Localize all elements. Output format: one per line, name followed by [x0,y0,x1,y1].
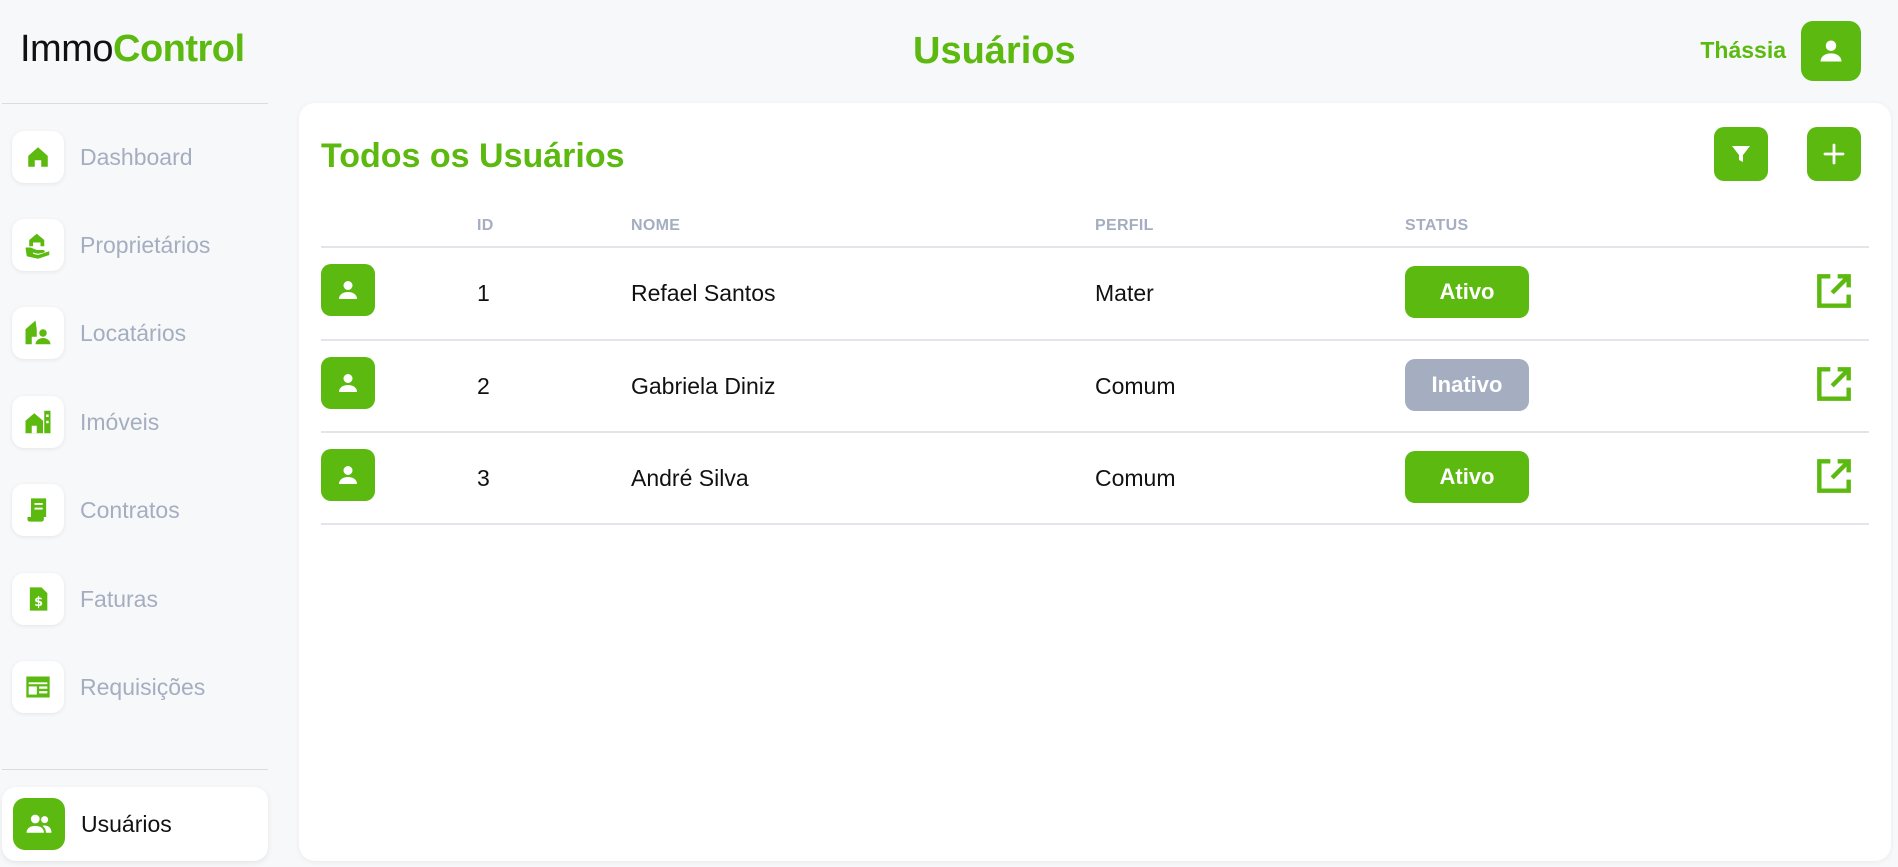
add-user-button[interactable] [1807,127,1861,181]
logo-text-part1: Immo [20,28,114,70]
column-header-status[interactable]: STATUS [1405,217,1468,235]
table-row: 3 André Silva Comum Ativo [299,433,1891,525]
tenant-house-person-icon [25,320,51,345]
panel-title: Todos os Usuários [321,137,625,175]
cell-profile: Comum [1095,465,1176,491]
column-header-id[interactable]: ID [477,217,494,235]
sidebar-item-imoveis[interactable]: Imóveis [12,396,266,448]
cell-id: 3 [477,465,490,491]
status-badge: Inativo [1405,359,1529,411]
user-icon [339,281,357,299]
user-icon [1820,40,1842,62]
status-badge: Ativo [1405,451,1529,503]
sidebar-item-label: Requisições [80,673,206,700]
cell-name: Gabriela Diniz [631,373,776,399]
row-avatar [321,264,375,316]
svg-text:$: $ [34,595,43,610]
open-external-icon[interactable] [1812,269,1856,313]
user-icon [339,466,357,484]
table-row: 1 Refael Santos Mater Ativo [299,248,1891,340]
cell-name: Refael Santos [631,280,776,306]
user-icon [339,374,357,392]
row-avatar [321,449,375,501]
logo-text-part2: Control [113,28,245,70]
sidebar-item-dashboard[interactable]: Dashboard [12,131,266,183]
sidebar-item-usuarios[interactable]: Usuários [2,787,268,861]
sidebar-item-label: Locatários [80,319,187,346]
column-header-name[interactable]: NOME [631,217,680,235]
filter-icon [1732,146,1750,162]
cell-id: 2 [477,373,490,399]
sidebar-item-contratos[interactable]: Contratos [12,484,266,536]
home-icon [28,147,48,167]
sidebar-item-proprietarios[interactable]: Proprietários [12,219,266,271]
sidebar-item-label: Imóveis [80,408,160,435]
sidebar-item-label: Proprietários [80,231,211,258]
sidebar-item-requisicoes[interactable]: Requisições [12,661,266,713]
status-badge: Ativo [1405,266,1529,318]
row-avatar [321,357,375,409]
users-panel: Todos os Usuários ID NOME PERFIL STATUS … [299,103,1891,861]
cell-profile: Comum [1095,373,1176,399]
filter-button[interactable] [1714,127,1768,181]
sidebar-item-faturas[interactable]: $ Faturas [12,573,266,625]
user-name[interactable]: Thássia [1700,37,1786,64]
sidebar-divider-bottom [2,769,268,770]
cell-profile: Mater [1095,280,1154,306]
sidebar-item-label: Dashboard [80,143,193,170]
sidebar-item-label: Faturas [80,585,158,612]
owner-hand-house-icon [25,233,50,259]
cell-id: 1 [477,280,490,306]
sidebar-item-label: Contratos [80,496,180,523]
table-divider [321,523,1869,525]
plus-icon [1823,143,1845,165]
user-avatar-button[interactable] [1801,21,1861,81]
table-row: 2 Gabriela Diniz Comum Inativo [299,341,1891,433]
column-header-profile[interactable]: PERFIL [1095,217,1154,235]
open-external-icon[interactable] [1812,454,1856,498]
invoice-dollar-icon: $ [29,587,48,611]
building-icon [25,410,51,434]
requests-table-icon [26,676,50,698]
cell-name: André Silva [631,465,749,491]
open-external-icon[interactable] [1812,362,1856,406]
sidebar-item-label: Usuários [81,810,172,837]
contract-scroll-icon [27,498,47,522]
sidebar-divider-top [2,103,268,104]
sidebar-item-locatarios[interactable]: Locatários [12,307,266,359]
users-group-icon [26,814,52,833]
page-title: Usuários [913,30,1076,72]
app-logo[interactable]: ImmoControl [20,28,245,71]
